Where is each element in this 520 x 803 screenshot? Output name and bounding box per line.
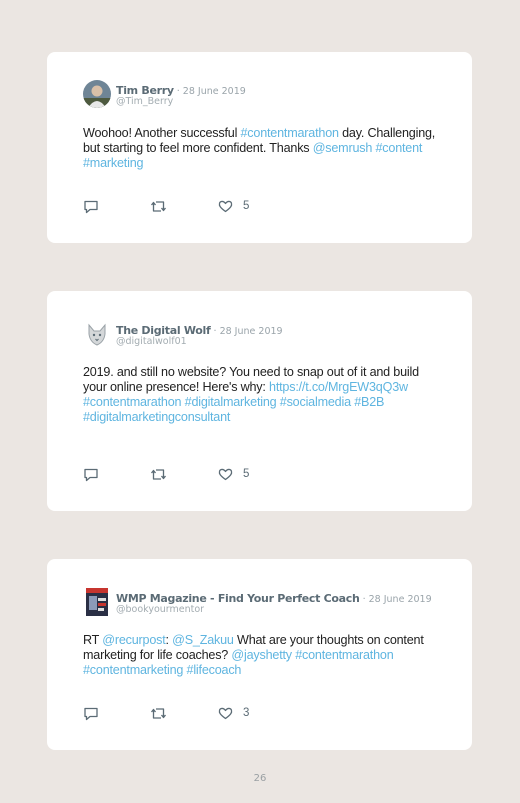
like-button[interactable]: 5	[218, 199, 249, 213]
tweet-link[interactable]: #contentmarketing	[83, 663, 183, 677]
separator: ·	[173, 86, 183, 97]
page-number: 26	[253, 773, 267, 784]
tweet-header: WMP Magazine - Find Your Perfect Coach ·…	[83, 588, 436, 628]
tweet-link[interactable]: #contentmarathon	[295, 648, 394, 662]
tweet-header: Tim Berry · 28 June 2019 @Tim_Berry	[83, 80, 436, 120]
retweet-icon	[150, 469, 167, 480]
reply-icon	[84, 707, 98, 721]
like-count: 5	[243, 200, 250, 212]
avatar[interactable]	[83, 588, 111, 616]
like-count: 3	[243, 707, 250, 719]
tweet-actions: 5	[83, 199, 283, 215]
reply-icon	[84, 468, 98, 482]
reply-button[interactable]	[83, 199, 99, 214]
reply-icon	[84, 200, 98, 214]
tweet-link[interactable]: https://t.co/MrgEW3qQ3w	[269, 380, 408, 394]
tweet-link[interactable]: @jayshetty	[231, 648, 292, 662]
like-icon	[218, 200, 233, 213]
tweet-text: RT @recurpost: @S_Zakuu What are your th…	[83, 633, 436, 678]
tweet-link[interactable]: #lifecoach	[187, 663, 242, 677]
tweet-actions: 5	[83, 467, 283, 483]
tweet-text-run: RT	[83, 633, 103, 647]
tweet-text-run: Woohoo! Another successful	[83, 126, 241, 140]
like-icon	[218, 707, 233, 720]
like-icon	[218, 468, 233, 481]
tweet-link[interactable]: @semrush	[313, 141, 373, 155]
avatar[interactable]	[83, 80, 111, 108]
tweet-link[interactable]: #digitalmarketing	[185, 395, 277, 409]
tweet-link[interactable]: #B2B	[354, 395, 384, 409]
tweet-date[interactable]: 28 June 2019	[220, 326, 283, 337]
reply-button[interactable]	[83, 706, 99, 721]
retweet-button[interactable]	[150, 467, 167, 482]
tweet-actions: 3	[83, 706, 283, 722]
author-handle[interactable]: @Tim_Berry	[116, 96, 173, 107]
retweet-icon	[150, 708, 167, 719]
tweet-text: 2019. and still no website? You need to …	[83, 365, 436, 425]
separator: ·	[359, 594, 369, 605]
tweet-link[interactable]: @recurpost	[102, 633, 165, 647]
author-handle[interactable]: @bookyourmentor	[116, 604, 204, 615]
like-button[interactable]: 5	[218, 467, 249, 481]
tweet-link[interactable]: #socialmedia	[280, 395, 351, 409]
tweet-link[interactable]: #contentmarathon	[83, 395, 182, 409]
retweet-icon	[150, 201, 167, 212]
tweet-header: The Digital Wolf · 28 June 2019 @digital…	[83, 320, 436, 360]
tweet-link[interactable]: @S_Zakuu	[172, 633, 234, 647]
reply-button[interactable]	[83, 467, 99, 482]
tweet-link[interactable]: #content	[375, 141, 422, 155]
separator: ·	[210, 326, 220, 337]
avatar[interactable]	[83, 320, 111, 348]
tweet-date[interactable]: 28 June 2019	[369, 594, 432, 605]
retweet-button[interactable]	[150, 199, 167, 214]
author-handle[interactable]: @digitalwolf01	[116, 336, 187, 347]
retweet-button[interactable]	[150, 706, 167, 721]
tweet-text: Woohoo! Another successful #contentmarat…	[83, 126, 436, 171]
tweet-date[interactable]: 28 June 2019	[183, 86, 246, 97]
like-button[interactable]: 3	[218, 706, 249, 720]
tweet-link[interactable]: #marketing	[83, 156, 144, 170]
like-count: 5	[243, 468, 250, 480]
tweet-link[interactable]: #contentmarathon	[240, 126, 339, 140]
tweet-link[interactable]: #digitalmarketingconsultant	[83, 410, 230, 424]
